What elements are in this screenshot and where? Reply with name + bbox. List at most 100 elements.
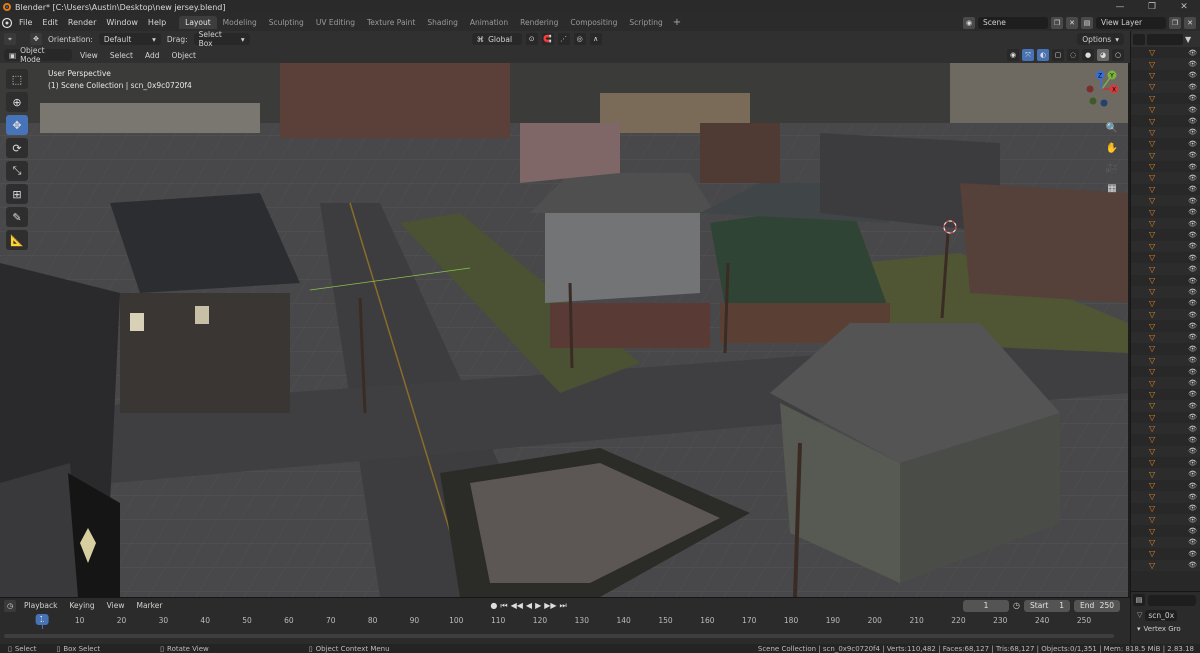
- drag-dropdown[interactable]: Select Box ▾: [193, 30, 250, 48]
- outliner-row[interactable]: ▽ 👁: [1131, 491, 1200, 503]
- solid-shading-icon[interactable]: ●: [1082, 49, 1094, 61]
- outliner-row[interactable]: ▽ 👁: [1131, 503, 1200, 514]
- maximize-button[interactable]: ❐: [1136, 2, 1168, 12]
- new-scene-icon[interactable]: ❐: [1051, 16, 1063, 29]
- outliner-row[interactable]: ▽ 👁: [1131, 286, 1200, 298]
- outliner-row[interactable]: ▽ 👁: [1131, 525, 1200, 536]
- transform-orientation-dropdown[interactable]: ⌘ Global: [471, 33, 522, 45]
- eye-visibility-icon[interactable]: 👁: [1188, 333, 1197, 341]
- eye-visibility-icon[interactable]: 👁: [1188, 538, 1197, 546]
- object-name-field[interactable]: scn_0x: [1145, 609, 1178, 621]
- outliner-row[interactable]: ▽ 👁: [1131, 93, 1200, 104]
- zoom-icon[interactable]: 🔍: [1104, 123, 1120, 139]
- eye-visibility-icon[interactable]: 👁: [1188, 254, 1197, 262]
- eye-visibility-icon[interactable]: 👁: [1188, 459, 1197, 467]
- playhead[interactable]: [42, 614, 43, 629]
- rendered-shading-icon[interactable]: ○: [1112, 49, 1124, 61]
- outliner-row[interactable]: ▽ 👁: [1131, 445, 1200, 458]
- falloff-icon[interactable]: ∧: [589, 33, 602, 45]
- eye-visibility-icon[interactable]: 👁: [1188, 447, 1197, 455]
- proportional-editing-icon[interactable]: ◎: [573, 33, 586, 45]
- tab-uv-editing[interactable]: UV Editing: [310, 16, 361, 29]
- new-view-layer-icon[interactable]: ❐: [1169, 16, 1181, 29]
- outliner-row[interactable]: ▽ 👁: [1131, 81, 1200, 93]
- outliner-row[interactable]: ▽ 👁: [1131, 389, 1200, 400]
- outliner-row[interactable]: ▽ 👁: [1131, 412, 1200, 423]
- eye-visibility-icon[interactable]: 👁: [1188, 174, 1197, 182]
- jump-start-icon[interactable]: ⏮: [500, 601, 507, 611]
- eye-visibility-icon[interactable]: 👁: [1188, 140, 1197, 148]
- wireframe-shading-icon[interactable]: ◌: [1067, 49, 1079, 61]
- eye-visibility-icon[interactable]: 👁: [1188, 561, 1197, 569]
- prev-keyframe-icon[interactable]: ◀◀: [511, 601, 523, 611]
- eye-visibility-icon[interactable]: 👁: [1188, 436, 1197, 444]
- outliner-row[interactable]: ▽ 👁: [1131, 70, 1200, 81]
- tab-layout[interactable]: Layout: [179, 16, 217, 29]
- eye-visibility-icon[interactable]: 👁: [1188, 220, 1197, 228]
- outliner-row[interactable]: ▽ 👁: [1131, 468, 1200, 480]
- outliner-row[interactable]: ▽ 👁: [1131, 298, 1200, 309]
- jump-end-icon[interactable]: ⏭: [560, 601, 567, 611]
- outliner-row[interactable]: ▽ 👁: [1131, 354, 1200, 366]
- eye-visibility-icon[interactable]: 👁: [1188, 185, 1197, 193]
- snap-increment-icon[interactable]: ⋰: [557, 33, 570, 45]
- scene-selector[interactable]: Scene: [978, 16, 1048, 29]
- gizmo-toggle-icon[interactable]: ⤧: [1022, 49, 1034, 61]
- cursor-tool-icon[interactable]: ⊕: [6, 92, 28, 112]
- outliner-row[interactable]: ▽ 👁: [1131, 217, 1200, 230]
- select-tool-icon[interactable]: ⬚: [6, 69, 28, 89]
- menu-timeline-view[interactable]: View: [103, 601, 129, 610]
- outliner-row[interactable]: ▽ 👁: [1131, 480, 1200, 491]
- navigation-gizmo[interactable]: X Y Z: [1080, 67, 1124, 111]
- add-workspace-button[interactable]: +: [669, 17, 685, 28]
- eye-visibility-icon[interactable]: 👁: [1188, 208, 1197, 216]
- eye-visibility-icon[interactable]: 👁: [1188, 413, 1197, 421]
- menu-file[interactable]: File: [14, 18, 37, 27]
- eye-visibility-icon[interactable]: 👁: [1188, 322, 1197, 330]
- clock-icon[interactable]: ◷: [1013, 601, 1020, 610]
- view-layer-selector[interactable]: View Layer: [1096, 16, 1166, 29]
- material-shading-icon[interactable]: ◕: [1097, 49, 1109, 61]
- eye-visibility-icon[interactable]: 👁: [1188, 299, 1197, 307]
- play-reverse-icon[interactable]: ◀: [526, 601, 532, 611]
- outliner-row[interactable]: ▽ 👁: [1131, 58, 1200, 70]
- camera-icon[interactable]: 🎥: [1104, 163, 1120, 179]
- visibility-icon[interactable]: ◉: [1007, 49, 1019, 61]
- eye-visibility-icon[interactable]: 👁: [1188, 71, 1197, 79]
- outliner-row[interactable]: ▽ 👁: [1131, 536, 1200, 549]
- close-button[interactable]: ✕: [1168, 2, 1200, 12]
- timeline-scrollbar[interactable]: [4, 634, 1114, 638]
- eye-visibility-icon[interactable]: 👁: [1188, 277, 1197, 285]
- outliner-row[interactable]: ▽ 👁: [1131, 138, 1200, 149]
- pan-hand-icon[interactable]: ✋: [1104, 143, 1120, 159]
- outliner-row[interactable]: ▽ 👁: [1131, 161, 1200, 172]
- eye-visibility-icon[interactable]: 👁: [1188, 527, 1197, 535]
- eye-visibility-icon[interactable]: 👁: [1188, 402, 1197, 410]
- eye-visibility-icon[interactable]: 👁: [1188, 516, 1197, 524]
- outliner-row[interactable]: ▽ 👁: [1131, 275, 1200, 286]
- menu-object[interactable]: Object: [167, 51, 199, 60]
- timeline-type-icon[interactable]: ◷: [4, 599, 16, 612]
- eye-visibility-icon[interactable]: 👁: [1188, 163, 1197, 171]
- outliner-search-input[interactable]: [1147, 33, 1183, 45]
- outliner-type-icon[interactable]: [1133, 33, 1145, 45]
- eye-visibility-icon[interactable]: 👁: [1188, 117, 1197, 125]
- menu-render[interactable]: Render: [63, 18, 101, 27]
- view-layer-icon[interactable]: ▤: [1081, 16, 1093, 29]
- scene-icon[interactable]: ◉: [963, 16, 975, 29]
- editor-type-icon[interactable]: ⌖: [4, 33, 16, 45]
- move-tool-icon[interactable]: ✥: [30, 33, 42, 45]
- eye-visibility-icon[interactable]: 👁: [1188, 83, 1197, 91]
- properties-search-input[interactable]: [1148, 594, 1196, 606]
- delete-view-layer-icon[interactable]: ✕: [1184, 16, 1196, 29]
- overlay-toggle-icon[interactable]: ◐: [1037, 49, 1049, 61]
- annotate-tool-icon[interactable]: ✎: [6, 207, 28, 227]
- outliner-row[interactable]: ▽ 👁: [1131, 184, 1200, 195]
- eye-visibility-icon[interactable]: 👁: [1188, 425, 1197, 433]
- outliner-row[interactable]: ▽ 👁: [1131, 331, 1200, 344]
- outliner-row[interactable]: ▽ 👁: [1131, 343, 1200, 354]
- eye-visibility-icon[interactable]: 👁: [1188, 493, 1197, 501]
- eye-visibility-icon[interactable]: 👁: [1188, 311, 1197, 319]
- transform-tool-icon[interactable]: ⊞: [6, 184, 28, 204]
- options-dropdown[interactable]: Options ▾: [1077, 33, 1124, 45]
